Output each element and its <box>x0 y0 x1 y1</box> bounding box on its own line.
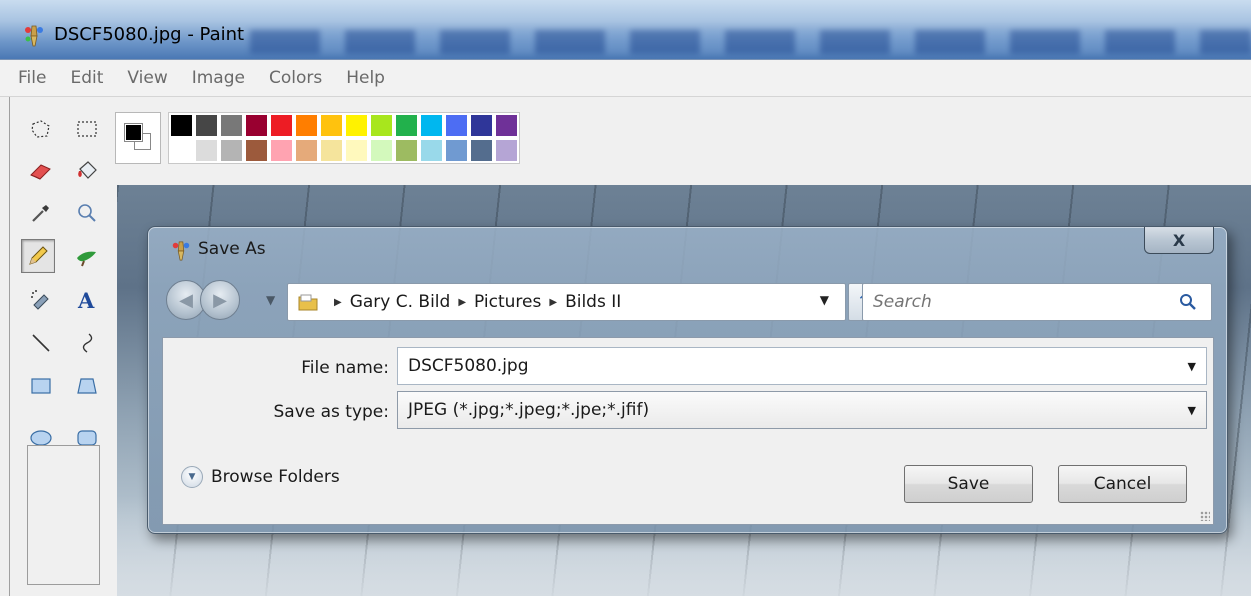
polygon-icon[interactable] <box>70 369 104 403</box>
title-bar-background <box>250 30 1251 54</box>
color-swatch[interactable] <box>244 138 269 163</box>
address-bar[interactable]: ▶ Gary C. Bild ▶ Pictures ▶ Bilds II ▼ <box>287 283 846 321</box>
magnifier-icon[interactable] <box>70 196 104 230</box>
color-swatch[interactable] <box>294 138 319 163</box>
expand-icon: ▼ <box>181 466 203 488</box>
menu-view[interactable]: View <box>123 66 171 90</box>
eraser-icon[interactable] <box>24 154 58 188</box>
arrow-right-icon: ▶ <box>213 289 227 311</box>
color-swatch[interactable] <box>444 113 469 138</box>
search-box[interactable] <box>862 283 1212 321</box>
paint-app-icon[interactable] <box>22 24 46 48</box>
title-bar: DSCF5080.jpg - Paint <box>0 0 1251 60</box>
menu-help[interactable]: Help <box>342 66 389 90</box>
browse-folders-toggle[interactable]: ▼ Browse Folders <box>181 466 340 488</box>
pencil-icon[interactable] <box>21 239 55 273</box>
pick-color-icon[interactable] <box>24 196 58 230</box>
fill-with-color-icon[interactable] <box>70 154 104 188</box>
menu-edit[interactable]: Edit <box>66 66 107 90</box>
color-swatch[interactable] <box>319 138 344 163</box>
file-name-label: File name: <box>301 358 389 378</box>
search-input[interactable] <box>873 292 1163 312</box>
color-swatch[interactable] <box>394 138 419 163</box>
breadcrumb-separator-icon[interactable]: ▶ <box>549 297 557 308</box>
paint-dialog-icon <box>170 239 192 263</box>
rectangle-select-icon[interactable] <box>70 112 104 146</box>
color-swatch[interactable] <box>444 138 469 163</box>
color-swatch[interactable] <box>219 138 244 163</box>
foreground-color-swatch[interactable] <box>124 123 143 142</box>
chevron-down-icon[interactable]: ▼ <box>1188 360 1196 373</box>
resize-grip-icon[interactable] <box>1200 511 1210 521</box>
color-swatch[interactable] <box>469 113 494 138</box>
menu-bar: File Edit View Image Colors Help <box>0 60 1251 97</box>
color-swatch[interactable] <box>294 113 319 138</box>
color-swatch[interactable] <box>344 138 369 163</box>
line-icon[interactable] <box>24 326 58 360</box>
airbrush-icon[interactable] <box>24 283 58 317</box>
folder-icon <box>298 294 318 311</box>
brush-icon[interactable] <box>70 239 104 273</box>
close-button[interactable]: X <box>1144 227 1214 254</box>
dialog-title: Save As <box>198 239 266 259</box>
curve-icon[interactable] <box>70 326 104 360</box>
chevron-down-icon: ▼ <box>1187 404 1196 417</box>
save-as-type-label: Save as type: <box>273 402 389 422</box>
file-name-value: DSCF5080.jpg <box>408 356 529 376</box>
breadcrumb-bilds-ii[interactable]: Bilds II <box>565 292 621 312</box>
save-as-type-select[interactable]: JPEG (*.jpg;*.jpeg;*.jpe;*.jfif) ▼ <box>397 391 1207 429</box>
breadcrumb-pictures[interactable]: Pictures <box>474 292 541 312</box>
window-title: DSCF5080.jpg - Paint <box>54 24 245 45</box>
color-swatch[interactable] <box>469 138 494 163</box>
color-swatch[interactable] <box>269 113 294 138</box>
breadcrumb-gary-c-bild[interactable]: Gary C. Bild <box>350 292 451 312</box>
save-as-type-value: JPEG (*.jpg;*.jpeg;*.jpe;*.jfif) <box>408 400 650 420</box>
menu-image[interactable]: Image <box>188 66 249 90</box>
dialog-content-panel: File name: DSCF5080.jpg ▼ Save as type: … <box>162 337 1214 525</box>
color-swatch[interactable] <box>169 113 194 138</box>
rectangle-icon[interactable] <box>24 369 58 403</box>
browse-folders-label: Browse Folders <box>211 467 340 487</box>
window-left-border <box>9 97 10 596</box>
text-icon[interactable]: A <box>70 283 104 317</box>
color-swatch[interactable] <box>369 138 394 163</box>
file-name-field[interactable]: DSCF5080.jpg ▼ <box>397 347 1207 385</box>
color-swatch[interactable] <box>494 138 519 163</box>
color-swatch[interactable] <box>494 113 519 138</box>
color-palette <box>168 112 520 164</box>
arrow-left-icon: ◀ <box>179 289 193 311</box>
color-swatch[interactable] <box>369 113 394 138</box>
current-colors[interactable] <box>115 112 161 164</box>
search-icon[interactable] <box>1179 293 1197 311</box>
color-swatch[interactable] <box>169 138 194 163</box>
svg-text:A: A <box>77 288 95 312</box>
color-swatch[interactable] <box>194 113 219 138</box>
color-swatch[interactable] <box>344 113 369 138</box>
color-swatch[interactable] <box>194 138 219 163</box>
color-swatch[interactable] <box>319 113 344 138</box>
save-button[interactable]: Save <box>904 465 1033 503</box>
free-form-select-icon[interactable] <box>24 112 58 146</box>
breadcrumb-separator-icon[interactable]: ▶ <box>458 297 466 308</box>
color-swatch[interactable] <box>219 113 244 138</box>
color-swatch[interactable] <box>419 113 444 138</box>
forward-button[interactable]: ▶ <box>200 280 240 320</box>
color-swatch[interactable] <box>419 138 444 163</box>
tool-options-box[interactable] <box>27 445 100 585</box>
address-dropdown-icon[interactable]: ▼ <box>820 293 829 307</box>
color-swatch[interactable] <box>269 138 294 163</box>
close-icon: X <box>1172 230 1186 250</box>
save-as-dialog: Save As X ◀ ▶ ▼ ▶ Gary C. Bild ▶ Picture… <box>147 226 1228 534</box>
menu-file[interactable]: File <box>14 66 50 90</box>
color-swatch[interactable] <box>244 113 269 138</box>
menu-colors[interactable]: Colors <box>265 66 326 90</box>
cancel-button[interactable]: Cancel <box>1058 465 1187 503</box>
recent-locations-dropdown[interactable]: ▼ <box>266 293 275 307</box>
breadcrumb-separator-icon[interactable]: ▶ <box>334 297 342 308</box>
color-swatch[interactable] <box>394 113 419 138</box>
